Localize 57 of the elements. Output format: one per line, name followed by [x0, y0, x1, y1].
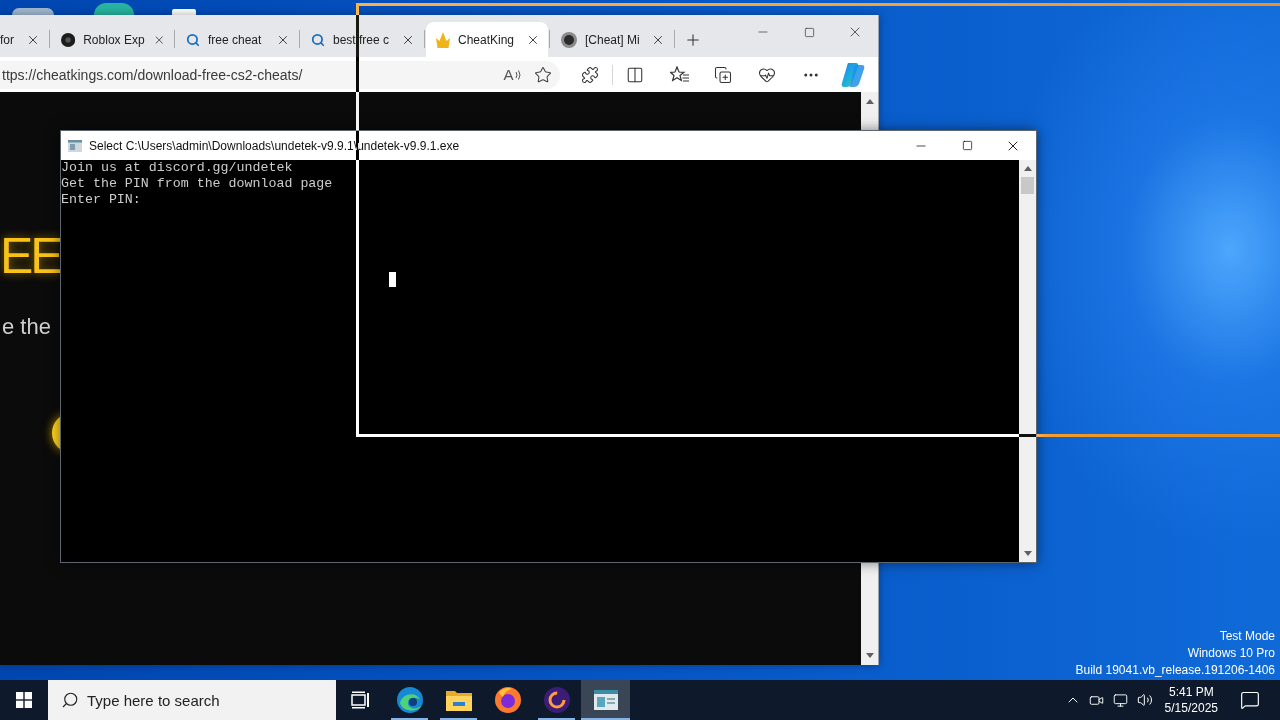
system-notice-line: Windows 10 Pro: [1187, 645, 1275, 662]
favorites-icon[interactable]: [669, 66, 689, 83]
maximize-icon[interactable]: [803, 26, 815, 38]
browser-tab[interactable]: [Cheat] Mi: [551, 22, 673, 57]
desktop-icon[interactable]: [12, 8, 54, 15]
url-field[interactable]: ttps://cheatkings.com/download-free-cs2-cheats/: [0, 66, 490, 83]
windows-logo-icon[interactable]: [16, 692, 32, 708]
volume-icon[interactable]: [1136, 692, 1153, 708]
notification-icon[interactable]: [1240, 690, 1260, 710]
page-text: e the: [1, 314, 51, 340]
browser-swirl-icon: [396, 687, 423, 713]
console-window-icon: [68, 139, 82, 152]
search-field[interactable]: Type here to search: [48, 680, 336, 720]
maximize-icon[interactable]: [961, 140, 973, 151]
scroll-up-icon[interactable]: [865, 99, 874, 104]
desktop-icon[interactable]: [94, 3, 134, 15]
browser-globe-icon: [494, 687, 521, 713]
browser-tab[interactable]: CheatKing: [426, 22, 548, 57]
puzzle-icon[interactable]: [581, 65, 599, 84]
console-window-icon: [593, 690, 618, 710]
search-icon: [311, 32, 325, 47]
browser-tab[interactable]: Roblox Exp: [51, 22, 173, 57]
crown-icon: [436, 31, 450, 48]
scroll-down-icon[interactable]: [865, 653, 874, 658]
console-line: Enter PIN:: [61, 192, 141, 208]
scrollbar[interactable]: [861, 563, 878, 665]
sound-waves-icon: [514, 69, 521, 80]
network-icon[interactable]: [1113, 692, 1129, 708]
system-notice-line: Build 19041.vb_release.191206-1406: [1075, 662, 1275, 679]
swirl-logo-icon[interactable]: [841, 62, 865, 87]
folder-icon: [445, 689, 472, 711]
taskbar-button[interactable]: [581, 680, 630, 720]
star-icon[interactable]: [534, 65, 552, 84]
heart-pulse-icon[interactable]: [758, 65, 776, 84]
console-line: Join us at discord.gg/undetek: [61, 160, 293, 176]
system-notice-line: Test Mode: [1219, 628, 1275, 645]
browser-tab[interactable]: for: [0, 22, 48, 57]
task-view-icon: [350, 691, 371, 709]
scroll-down-icon[interactable]: [1023, 551, 1032, 556]
browser-tab[interactable]: free cheat: [176, 22, 298, 57]
scroll-up-icon[interactable]: [1023, 166, 1032, 171]
scrollbar[interactable]: [1019, 160, 1036, 562]
search-icon: [61, 691, 79, 709]
clock[interactable]: 5:41 PM 5/15/2025: [1156, 680, 1226, 720]
search-icon: [186, 32, 200, 47]
round-logo-icon: [61, 31, 76, 48]
ring-logo-icon: [543, 687, 570, 713]
read-aloud-button[interactable]: A: [494, 61, 530, 88]
scroll-thumb[interactable]: [1021, 177, 1034, 194]
browser-tab[interactable]: best free c: [301, 22, 423, 57]
collections-icon[interactable]: [714, 65, 732, 84]
console-line: Get the PIN from the download page: [61, 176, 333, 192]
round-logo-icon: [561, 31, 577, 48]
split-screen-icon[interactable]: [626, 65, 644, 84]
page-heading: EE: [0, 227, 61, 286]
text-cursor: [389, 272, 396, 287]
scrollbar[interactable]: [861, 92, 878, 130]
